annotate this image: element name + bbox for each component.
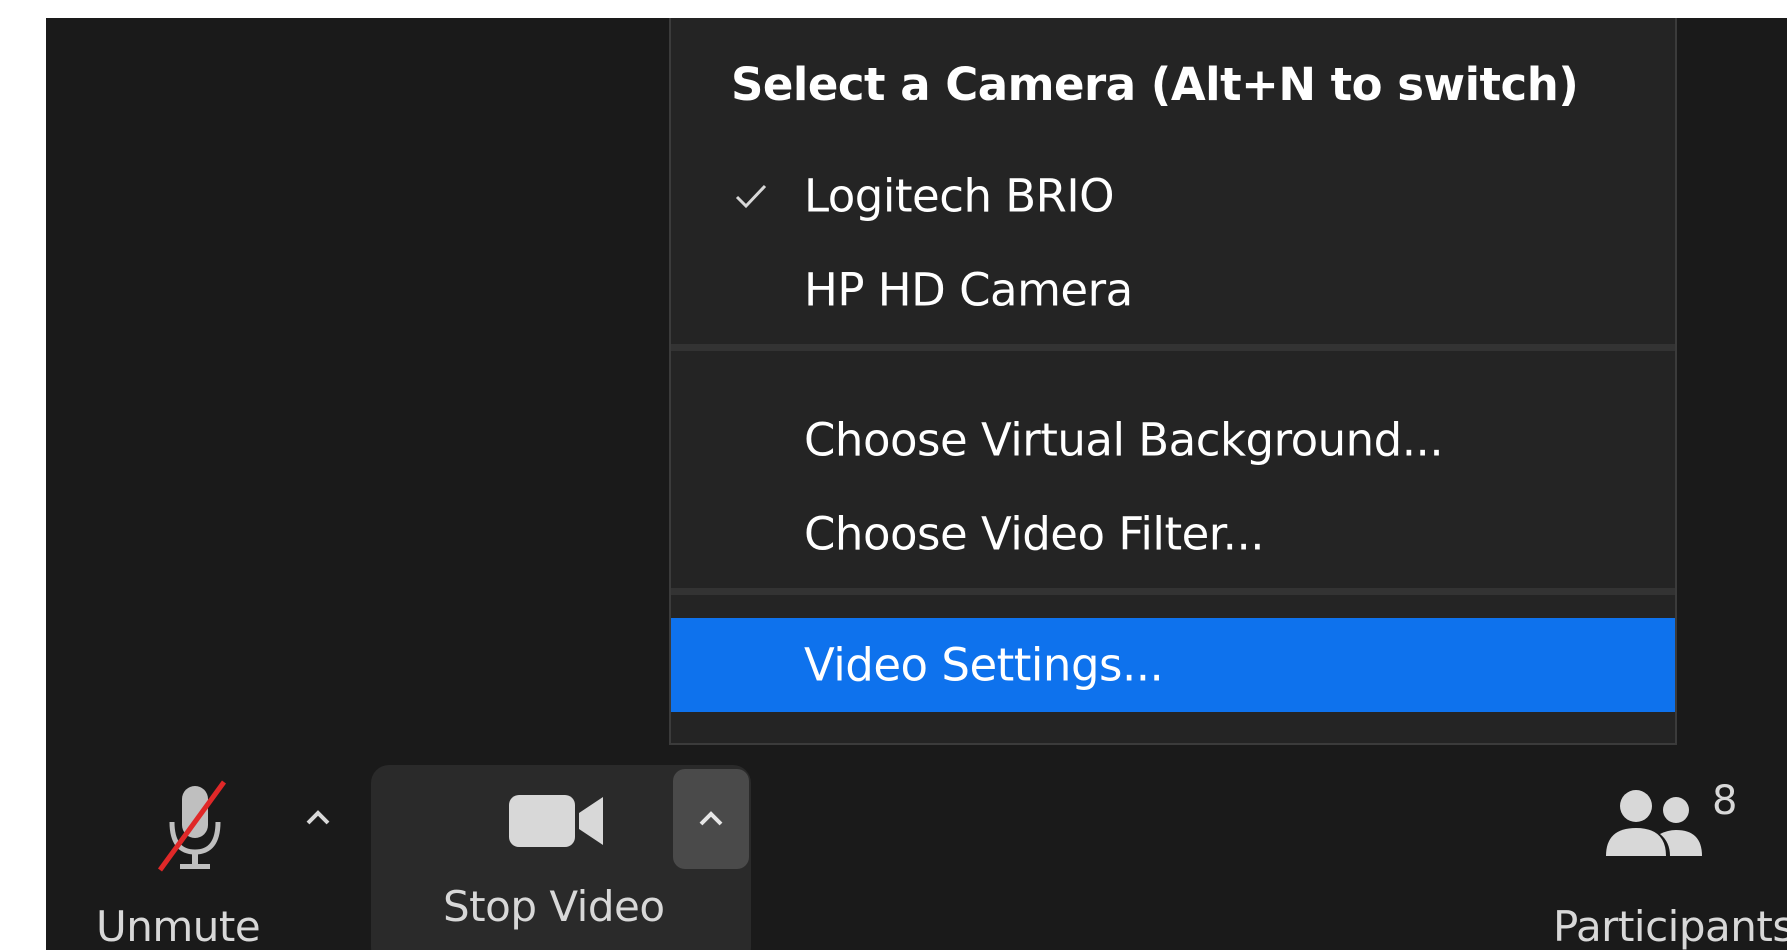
participants-label: Participants [1553,902,1787,950]
check-icon [735,184,767,209]
meeting-window: Select a Camera (Alt+N to switch) Logite… [46,18,1787,950]
menu-item-video-settings[interactable]: Video Settings... [671,618,1675,712]
microphone-muted-icon [157,780,227,872]
menu-item-label: Video Settings... [804,638,1164,692]
camera-menu-header: Select a Camera (Alt+N to switch) [731,58,1579,111]
unmute-button[interactable]: Unmute [96,778,326,950]
menu-separator [671,588,1675,595]
menu-item-label: Choose Virtual Background... [804,413,1444,467]
menu-item-label: Choose Video Filter... [804,507,1265,561]
menu-separator [671,344,1675,351]
menu-item-hp-hd-camera[interactable]: HP HD Camera [671,243,1675,337]
menu-item-virtual-background[interactable]: Choose Virtual Background... [671,393,1675,487]
audio-options-caret[interactable] [296,796,340,840]
caret-up-icon [699,811,723,826]
unmute-label: Unmute [96,902,261,950]
participants-icon [1606,790,1702,856]
menu-item-logitech-brio[interactable]: Logitech BRIO [671,149,1675,243]
menu-item-video-filter[interactable]: Choose Video Filter... [671,487,1675,581]
video-options-caret[interactable] [673,769,749,869]
menu-item-label: HP HD Camera [804,263,1133,317]
stop-video-label: Stop Video [443,882,665,931]
video-camera-icon [509,795,603,847]
camera-menu: Select a Camera (Alt+N to switch) Logite… [669,18,1677,745]
caret-up-icon [306,810,330,825]
menu-item-label: Logitech BRIO [804,169,1115,223]
stop-video-button[interactable]: Stop Video [371,765,665,950]
participants-button[interactable]: 8 Participants [1506,778,1787,950]
video-control-group: Stop Video [371,765,751,950]
participants-count: 8 [1712,778,1737,824]
